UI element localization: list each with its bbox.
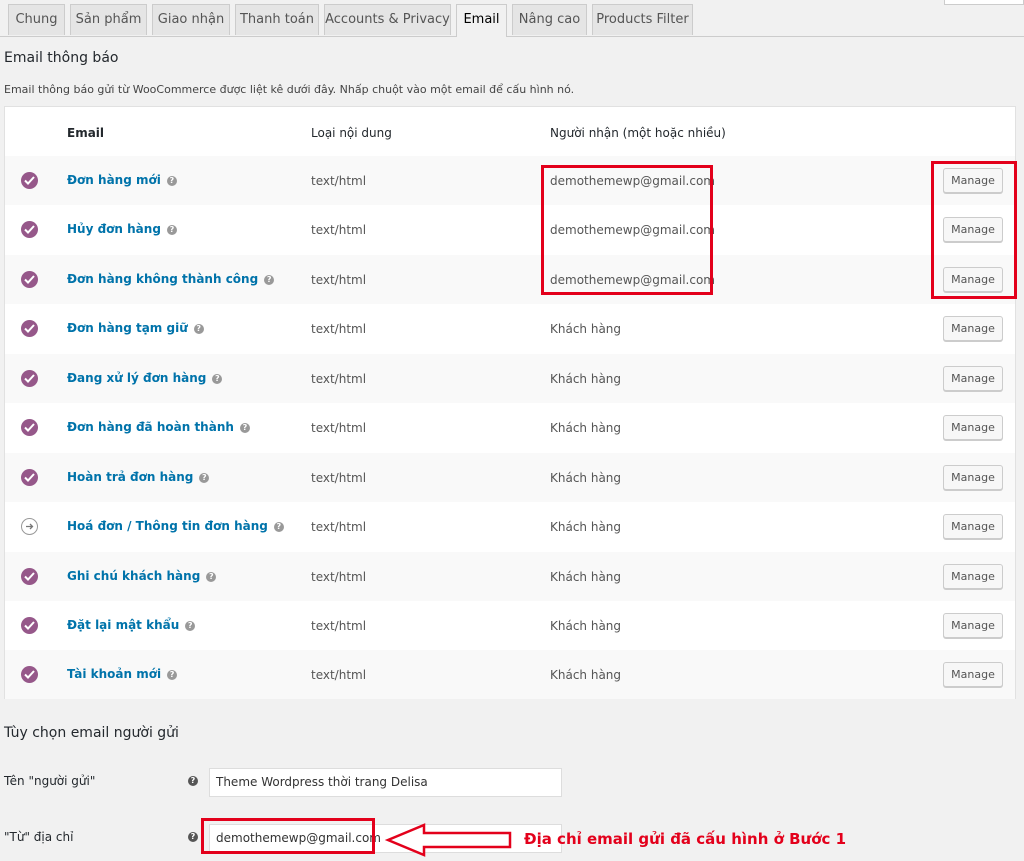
email-name-link[interactable]: Đang xử lý đơn hàng? xyxy=(67,371,223,385)
email-name-link[interactable]: Đặt lại mật khẩu? xyxy=(67,618,196,632)
content-type: text/html xyxy=(311,273,367,287)
email-name-link[interactable]: Đơn hàng đã hoàn thành? xyxy=(67,420,250,434)
manage-button[interactable]: Manage xyxy=(943,366,1003,391)
recipient: Khách hàng xyxy=(550,570,622,584)
email-name-link[interactable]: Ghi chú khách hàng? xyxy=(67,569,217,583)
table-row[interactable]: Ghi chú khách hàng? text/html Khách hàng… xyxy=(5,552,1015,601)
sender-section-title: Tùy chọn email người gửi xyxy=(4,725,179,741)
recipient: Khách hàng xyxy=(550,372,622,386)
header-recipients: Người nhận (một hoặc nhiều) xyxy=(550,126,726,140)
table-row[interactable]: Hoá đơn / Thông tin đơn hàng? text/html … xyxy=(5,502,1015,551)
manage-button[interactable]: Manage xyxy=(943,564,1003,589)
annotation-text: Địa chỉ email gửi đã cấu hình ở Bước 1 xyxy=(524,830,847,848)
table-row[interactable]: Đơn hàng đã hoàn thành? text/html Khách … xyxy=(5,403,1015,452)
help-icon: ? xyxy=(166,224,177,235)
enabled-check-icon xyxy=(21,568,38,585)
manage-button[interactable]: Manage xyxy=(943,316,1003,341)
enabled-check-icon xyxy=(21,172,38,189)
manage-button[interactable]: Manage xyxy=(943,465,1003,490)
tab-chung[interactable]: Chung xyxy=(8,4,65,35)
email-name-link[interactable]: Hủy đơn hàng? xyxy=(67,222,177,236)
table-row[interactable]: Hủy đơn hàng? text/html demothemewp@gmai… xyxy=(5,205,1015,254)
recipient: Khách hàng xyxy=(550,520,622,534)
email-section-title: Email thông báo xyxy=(4,50,119,66)
content-type: text/html xyxy=(311,520,367,534)
content-type: text/html xyxy=(311,322,367,336)
content-type: text/html xyxy=(311,668,367,682)
help-icon: ? xyxy=(273,521,284,532)
email-notifications-table: Email Loại nội dung Người nhận (một hoặc… xyxy=(4,106,1016,699)
recipient: Khách hàng xyxy=(550,471,622,485)
manage-highlight-box xyxy=(931,161,1017,299)
table-row[interactable]: Tài khoản mới? text/html Khách hàng Mana… xyxy=(5,650,1015,699)
header-email: Email xyxy=(67,126,105,140)
top-right-box xyxy=(944,0,1024,5)
from-name-label: Tên "người gửi" xyxy=(4,774,96,788)
from-address-highlight-box xyxy=(201,818,375,854)
recipient: Khách hàng xyxy=(550,668,622,682)
recipient: Khách hàng xyxy=(550,322,622,336)
table-row[interactable]: Đặt lại mật khẩu? text/html Khách hàng M… xyxy=(5,601,1015,650)
email-section-description: Email thông báo gửi từ WooCommerce được … xyxy=(4,83,575,96)
content-type: text/html xyxy=(311,570,367,584)
enabled-check-icon xyxy=(21,320,38,337)
enabled-check-icon xyxy=(21,271,38,288)
email-name-link[interactable]: Hoá đơn / Thông tin đơn hàng? xyxy=(67,519,284,533)
enabled-check-icon xyxy=(21,370,38,387)
tab-accounts-privacy[interactable]: Accounts & Privacy xyxy=(324,4,451,35)
recipient: Khách hàng xyxy=(550,619,622,633)
enabled-check-icon xyxy=(21,617,38,634)
tab-san-pham[interactable]: Sản phẩm xyxy=(70,4,147,35)
settings-tabs: Chung Sản phẩm Giao nhận Thanh toán Acco… xyxy=(0,0,1024,37)
help-icon: ? xyxy=(185,620,196,631)
email-name-link[interactable]: Hoàn trả đơn hàng? xyxy=(67,470,210,484)
help-icon: ? xyxy=(193,323,204,334)
help-icon: ? xyxy=(188,776,198,786)
content-type: text/html xyxy=(311,223,367,237)
table-row[interactable]: Đơn hàng mới? text/html demothemewp@gmai… xyxy=(5,156,1015,205)
help-icon: ? xyxy=(188,832,198,842)
enabled-check-icon xyxy=(21,666,38,683)
help-icon: ? xyxy=(206,571,217,582)
email-name-link[interactable]: Tài khoản mới? xyxy=(67,667,178,681)
left-arrow-icon xyxy=(384,823,512,857)
enabled-check-icon xyxy=(21,221,38,238)
help-icon: ? xyxy=(167,669,178,680)
enabled-check-icon xyxy=(21,469,38,486)
content-type: text/html xyxy=(311,372,367,386)
from-address-label: "Từ" địa chỉ xyxy=(4,830,74,844)
tab-thanh-toan[interactable]: Thanh toán xyxy=(235,4,319,35)
table-row[interactable]: Hoàn trả đơn hàng? text/html Khách hàng … xyxy=(5,453,1015,502)
manual-arrow-icon xyxy=(21,518,38,535)
recipient: Khách hàng xyxy=(550,421,622,435)
recipients-highlight-box xyxy=(541,165,713,295)
from-name-input[interactable]: Theme Wordpress thời trang Delisa xyxy=(209,768,562,797)
content-type: text/html xyxy=(311,174,367,188)
email-name-link[interactable]: Đơn hàng tạm giữ? xyxy=(67,321,204,335)
content-type: text/html xyxy=(311,421,367,435)
help-icon: ? xyxy=(264,274,275,285)
email-name-link[interactable]: Đơn hàng mới? xyxy=(67,173,177,187)
tab-nang-cao[interactable]: Nâng cao xyxy=(512,4,587,35)
help-icon: ? xyxy=(239,422,250,433)
tab-email[interactable]: Email xyxy=(456,4,507,37)
help-icon: ? xyxy=(199,472,210,483)
manage-button[interactable]: Manage xyxy=(943,514,1003,539)
header-content-type: Loại nội dung xyxy=(311,126,392,140)
table-row[interactable]: Đơn hàng không thành công? text/html dem… xyxy=(5,255,1015,304)
tab-products-filter[interactable]: Products Filter xyxy=(592,4,693,35)
table-row[interactable]: Đang xử lý đơn hàng? text/html Khách hàn… xyxy=(5,354,1015,403)
help-icon: ? xyxy=(212,373,223,384)
content-type: text/html xyxy=(311,619,367,633)
email-name-link[interactable]: Đơn hàng không thành công? xyxy=(67,272,275,286)
content-type: text/html xyxy=(311,471,367,485)
manage-button[interactable]: Manage xyxy=(943,415,1003,440)
table-row[interactable]: Đơn hàng tạm giữ? text/html Khách hàng M… xyxy=(5,304,1015,353)
help-icon: ? xyxy=(166,175,177,186)
enabled-check-icon xyxy=(21,419,38,436)
manage-button[interactable]: Manage xyxy=(943,662,1003,687)
tab-giao-nhan[interactable]: Giao nhận xyxy=(152,4,230,35)
manage-button[interactable]: Manage xyxy=(943,613,1003,638)
